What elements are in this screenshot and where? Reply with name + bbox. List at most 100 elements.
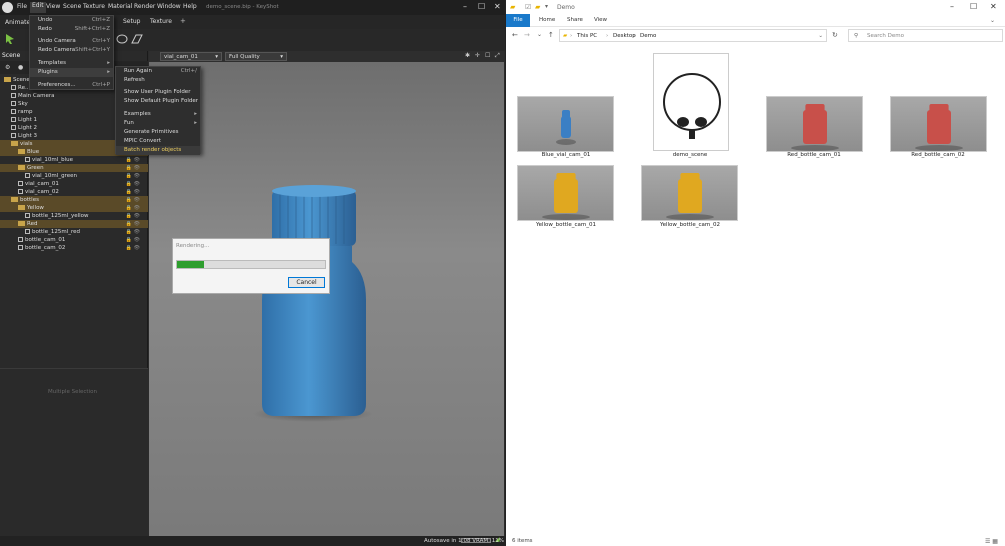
draw-tool-icon[interactable] xyxy=(131,33,143,45)
menu-file[interactable]: File xyxy=(17,3,27,10)
tree-row[interactable]: vial_cam_02 🔒 👁 xyxy=(0,188,148,196)
tree-row[interactable]: vial_cam_01 🔒 👁 xyxy=(0,180,148,188)
recent-icon[interactable]: ⌄ xyxy=(537,31,542,38)
visibility-icon[interactable]: 🔒 👁 xyxy=(126,188,140,196)
menu-item-undo[interactable]: Undo Ctrl+Z xyxy=(30,16,113,25)
tab-view[interactable]: View xyxy=(594,17,607,23)
expand-ribbon-icon[interactable]: ⌄ xyxy=(990,17,995,24)
tree-row[interactable]: vial_10ml_green 🔒 👁 xyxy=(0,172,148,180)
menu-item-batch-render-objects[interactable]: Batch render objects xyxy=(116,146,200,155)
tree-row[interactable]: vial_10ml_blue 🔒 👁 xyxy=(0,156,148,164)
menu-scene[interactable]: Scene xyxy=(63,3,81,10)
file-name[interactable]: Red_bottle_cam_02 xyxy=(878,152,998,158)
chevron-down-icon[interactable]: ⌄ xyxy=(818,30,823,42)
file-name[interactable]: Yellow_bottle_cam_01 xyxy=(506,222,626,228)
file-thumbnail[interactable] xyxy=(766,96,863,152)
file-name[interactable]: Yellow_bottle_cam_02 xyxy=(630,222,750,228)
visibility-icon[interactable]: 🔒 👁 xyxy=(126,196,140,204)
tree-row[interactable]: Green 🔒 👁 xyxy=(0,164,148,172)
menu-item-show-default-plugin-folder[interactable]: Show Default Plugin Folder xyxy=(116,97,200,106)
tree-row[interactable]: Yellow 🔒 👁 xyxy=(0,204,148,212)
tab-home[interactable]: Home xyxy=(539,17,555,23)
customize-icon[interactable]: ▾ xyxy=(545,3,548,10)
close-icon[interactable]: ✕ xyxy=(494,2,501,11)
tab-file[interactable]: File xyxy=(506,14,530,27)
menu-material[interactable]: Material xyxy=(108,3,132,10)
visibility-icon[interactable]: 🔒 👁 xyxy=(126,228,140,236)
close-icon[interactable]: ✕ xyxy=(990,2,997,11)
maximize-icon[interactable]: ☐ xyxy=(970,2,977,11)
light-icon[interactable]: ● xyxy=(18,64,23,71)
file-thumbnail[interactable] xyxy=(653,53,729,151)
menu-render[interactable]: Render xyxy=(134,3,155,10)
tab-share[interactable]: Share xyxy=(567,17,583,23)
tab-animate[interactable]: Animate xyxy=(5,19,30,26)
tree-row[interactable]: bottle_125ml_yellow 🔒 👁 xyxy=(0,212,148,220)
menu-item-run-again[interactable]: Run Again Ctrl+/ xyxy=(116,67,200,76)
tab-setup[interactable]: Setup xyxy=(123,18,140,25)
tree-row[interactable]: bottles 🔒 👁 xyxy=(0,196,148,204)
tree-row[interactable]: bottle_125ml_red 🔒 👁 xyxy=(0,228,148,236)
visibility-icon[interactable]: 🔒 👁 xyxy=(126,212,140,220)
menu-item-redo[interactable]: Redo Shift+Ctrl+Z xyxy=(30,25,113,34)
file-thumbnail[interactable] xyxy=(890,96,987,152)
add-tab-button[interactable]: + xyxy=(180,17,186,25)
menu-item-templates[interactable]: Templates ▸ xyxy=(30,59,113,68)
view-mode-icon[interactable]: ☰ ▦ xyxy=(985,538,998,545)
menu-help[interactable]: Help xyxy=(183,3,197,10)
frame-icon[interactable]: ☐ xyxy=(485,52,490,59)
minimize-icon[interactable]: – xyxy=(950,2,954,11)
visibility-icon[interactable]: 🔒 👁 xyxy=(126,164,140,172)
forward-icon[interactable]: → xyxy=(524,31,530,39)
select-tool-icon[interactable] xyxy=(4,33,16,45)
search-input[interactable]: ⚲ Search Demo xyxy=(848,29,1003,42)
menu-texture[interactable]: Texture xyxy=(83,3,105,10)
file-name[interactable]: Red_bottle_cam_01 xyxy=(754,152,874,158)
maximize-icon[interactable]: ☐ xyxy=(478,2,485,11)
back-icon[interactable]: ← xyxy=(512,31,518,39)
file-name[interactable]: Blue_vial_cam_01 xyxy=(506,152,626,158)
tab-scene[interactable]: Scene xyxy=(2,52,20,59)
file-thumbnail[interactable] xyxy=(517,165,614,221)
visibility-icon[interactable]: 🔒 👁 xyxy=(126,180,140,188)
move-icon[interactable]: ✛ xyxy=(475,52,480,59)
menu-item-generate-primitives[interactable]: Generate Primitives xyxy=(116,128,200,137)
menu-item-preferences[interactable]: Preferences... Ctrl+P xyxy=(30,81,113,90)
lasso-tool-icon[interactable] xyxy=(116,33,128,45)
file-thumbnail[interactable] xyxy=(517,96,614,152)
menu-item-undo-camera[interactable]: Undo Camera Ctrl+Y xyxy=(30,37,113,46)
menu-view[interactable]: View xyxy=(46,3,60,10)
visibility-icon[interactable]: 🔒 👁 xyxy=(126,220,140,228)
minimize-icon[interactable]: – xyxy=(463,2,467,11)
settings-icon[interactable]: ⚙ xyxy=(5,64,10,71)
menu-window[interactable]: Window xyxy=(157,3,181,10)
visibility-icon[interactable]: 🔒 👁 xyxy=(126,236,140,244)
camera-select[interactable]: vial_cam_01 ▾ xyxy=(160,52,222,61)
properties-icon[interactable]: ☑ xyxy=(525,3,531,11)
menu-item-refresh[interactable]: Refresh xyxy=(116,76,200,85)
file-thumbnail[interactable] xyxy=(641,165,738,221)
tree-row[interactable]: bottle_cam_01 🔒 👁 xyxy=(0,236,148,244)
visibility-icon[interactable]: 🔒 👁 xyxy=(126,244,140,252)
visibility-icon[interactable]: 🔒 👁 xyxy=(126,156,140,164)
expand-icon[interactable]: ⤢ xyxy=(495,52,500,60)
menu-item-mpic-convert[interactable]: MPIC Convert xyxy=(116,137,200,146)
menu-item-plugins[interactable]: Plugins ▸ xyxy=(30,68,113,77)
visibility-icon[interactable]: 🔒 👁 xyxy=(126,204,140,212)
menu-item-fun[interactable]: Fun ▸ xyxy=(116,119,200,128)
cancel-button[interactable]: Cancel xyxy=(288,277,325,288)
new-folder-icon[interactable]: ▰ xyxy=(535,3,540,11)
address-bar[interactable]: ▰ › This PC › Desktop › Demo ⌄ xyxy=(559,29,827,42)
visibility-icon[interactable]: 🔒 👁 xyxy=(126,172,140,180)
menu-item-examples[interactable]: Examples ▸ xyxy=(116,110,200,119)
tab-texture[interactable]: Texture xyxy=(150,18,172,25)
refresh-icon[interactable]: ↻ xyxy=(832,31,838,39)
menu-item-redo-camera[interactable]: Redo Camera Shift+Ctrl+Y xyxy=(30,46,113,55)
menu-edit[interactable]: Edit xyxy=(30,2,46,13)
viewport-settings-icon[interactable]: ✱ xyxy=(465,52,470,59)
file-name[interactable]: demo_scene xyxy=(630,152,750,158)
breadcrumb-demo[interactable]: Demo xyxy=(640,30,656,42)
breadcrumb-this-pc[interactable]: This PC xyxy=(577,30,597,42)
tree-row[interactable]: Red 🔒 👁 xyxy=(0,220,148,228)
up-icon[interactable]: ↑ xyxy=(548,31,554,39)
